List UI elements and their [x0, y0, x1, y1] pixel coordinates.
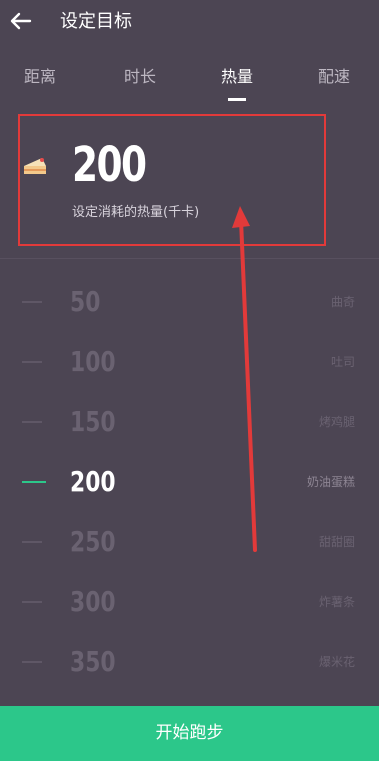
picker-option-250[interactable]: 250 甜甜圈: [0, 522, 379, 562]
arrow-left-icon: [10, 12, 32, 30]
annotation-highlight-box: [18, 114, 326, 246]
tab-pace[interactable]: 配速: [304, 66, 364, 88]
option-food-label: 烤鸡腿: [318, 415, 355, 429]
picker-option-350[interactable]: 350 爆米花: [0, 642, 379, 682]
calorie-picker[interactable]: 50 曲奇 100 吐司 150 烤鸡腿 200 奶油蛋糕 250 甜甜圈 30…: [0, 270, 379, 690]
picker-option-300[interactable]: 300 炸薯条: [0, 582, 379, 622]
option-food-label: 奶油蛋糕: [306, 475, 355, 489]
app-header: 设定目标: [0, 0, 379, 46]
back-button[interactable]: [8, 8, 34, 34]
option-value: 200: [70, 465, 116, 498]
picker-option-200[interactable]: 200 奶油蛋糕: [0, 462, 379, 502]
tab-distance[interactable]: 距离: [10, 66, 70, 88]
option-value: 100: [70, 345, 116, 378]
picker-option-50[interactable]: 50 曲奇: [0, 282, 379, 322]
option-dash: [22, 301, 42, 303]
option-dash: [22, 661, 42, 663]
cake-icon: [22, 152, 48, 178]
calorie-goal-caption: 设定消耗的热量(千卡): [72, 205, 200, 220]
selected-calorie-value: 200: [72, 137, 147, 193]
option-dash: [22, 421, 42, 423]
option-food-label: 炸薯条: [318, 595, 355, 609]
option-value: 300: [70, 585, 116, 618]
option-dash: [22, 361, 42, 363]
option-value: 350: [70, 645, 116, 678]
option-food-label: 曲奇: [330, 295, 355, 309]
goal-type-tabs: 距离 时长 热量 配速: [0, 56, 379, 104]
picker-option-100[interactable]: 100 吐司: [0, 342, 379, 382]
tab-duration[interactable]: 时长: [110, 66, 170, 88]
option-value: 150: [70, 405, 116, 438]
option-food-label: 甜甜圈: [318, 535, 355, 549]
active-tab-indicator: [228, 98, 246, 101]
option-dash: [22, 541, 42, 543]
picker-option-150[interactable]: 150 烤鸡腿: [0, 402, 379, 442]
option-food-label: 爆米花: [318, 655, 355, 669]
option-value: 250: [70, 525, 116, 558]
start-run-button[interactable]: 开始跑步: [0, 706, 379, 761]
option-dash: [22, 601, 42, 603]
option-value: 50: [70, 285, 101, 318]
tab-calories[interactable]: 热量: [207, 66, 267, 88]
page-title: 设定目标: [60, 11, 132, 32]
selected-indicator: [22, 481, 46, 483]
divider: [0, 258, 379, 259]
option-food-label: 吐司: [330, 355, 355, 369]
